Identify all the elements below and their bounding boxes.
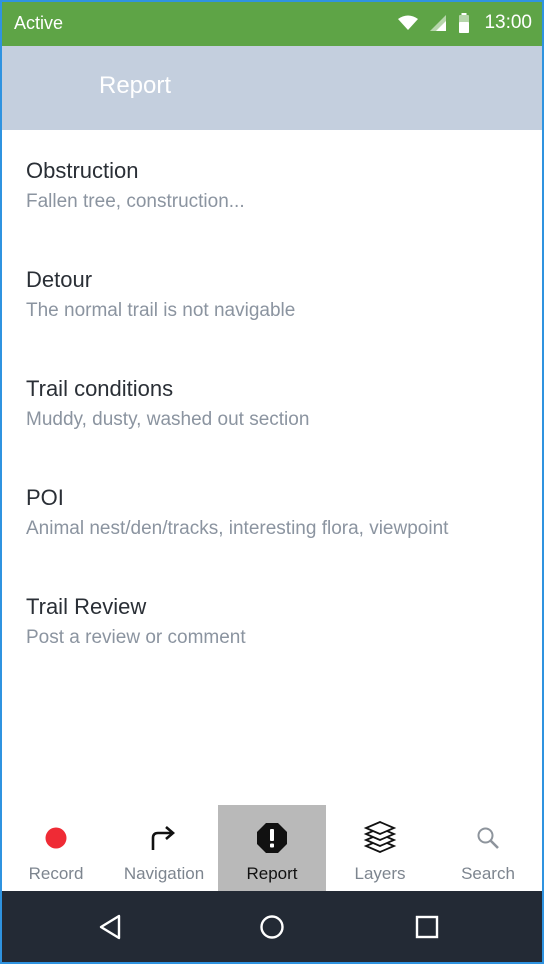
turn-right-arrow-icon — [110, 821, 218, 855]
bottom-tab-bar: Record Navigation Report Layers Search — [2, 805, 542, 891]
tab-navigation[interactable]: Navigation — [110, 805, 218, 891]
tab-label: Report — [246, 864, 298, 883]
tab-report[interactable]: Report — [218, 805, 326, 891]
item-subtitle: Post a review or comment — [26, 627, 246, 648]
search-icon — [434, 821, 542, 855]
page-title: Report — [99, 72, 172, 99]
recents-square-icon[interactable] — [411, 911, 443, 943]
item-subtitle: Animal nest/den/tracks, interesting flor… — [26, 518, 449, 539]
item-title: POI — [26, 485, 64, 510]
item-subtitle: The normal trail is not navigable — [26, 300, 296, 321]
battery-icon — [458, 13, 470, 33]
app-frame: Active 13:00 Report Obstruction Fallen t… — [2, 2, 542, 962]
status-time: 13:00 — [484, 12, 532, 33]
list-item-trail-review[interactable]: Trail Review Post a review or comment — [2, 566, 542, 675]
tab-label: Record — [28, 864, 84, 883]
signal-icon — [430, 15, 447, 31]
item-title: Obstruction — [26, 158, 139, 183]
system-nav-bar — [2, 891, 542, 962]
status-bar: Active 13:00 — [2, 2, 542, 46]
item-title: Trail conditions — [26, 376, 174, 401]
list-item-obstruction[interactable]: Obstruction Fallen tree, construction... — [2, 130, 542, 239]
item-title: Detour — [26, 267, 93, 292]
alert-octagon-icon — [218, 821, 326, 855]
record-icon — [2, 821, 110, 855]
report-options-list: Obstruction Fallen tree, construction...… — [2, 130, 542, 675]
item-title: Trail Review — [26, 594, 147, 619]
tab-label: Search — [461, 864, 515, 883]
tab-record[interactable]: Record — [2, 805, 110, 891]
status-label: Active — [14, 13, 64, 33]
item-subtitle: Muddy, dusty, washed out section — [26, 409, 310, 430]
app-bar: Report — [2, 46, 542, 130]
list-item-detour[interactable]: Detour The normal trail is not navigable — [2, 239, 542, 348]
item-subtitle: Fallen tree, construction... — [26, 191, 245, 212]
tab-label: Layers — [354, 864, 406, 883]
status-icons: 13:00 — [398, 12, 532, 34]
list-item-trail-conditions[interactable]: Trail conditions Muddy, dusty, washed ou… — [2, 348, 542, 457]
tab-label: Navigation — [123, 864, 205, 883]
layers-icon — [326, 821, 434, 855]
list-item-poi[interactable]: POI Animal nest/den/tracks, interesting … — [2, 457, 542, 566]
tab-layers[interactable]: Layers — [326, 805, 434, 891]
back-triangle-icon[interactable] — [94, 911, 126, 943]
wifi-icon — [398, 15, 419, 31]
home-circle-icon[interactable] — [256, 911, 288, 943]
tab-search[interactable]: Search — [434, 805, 542, 891]
